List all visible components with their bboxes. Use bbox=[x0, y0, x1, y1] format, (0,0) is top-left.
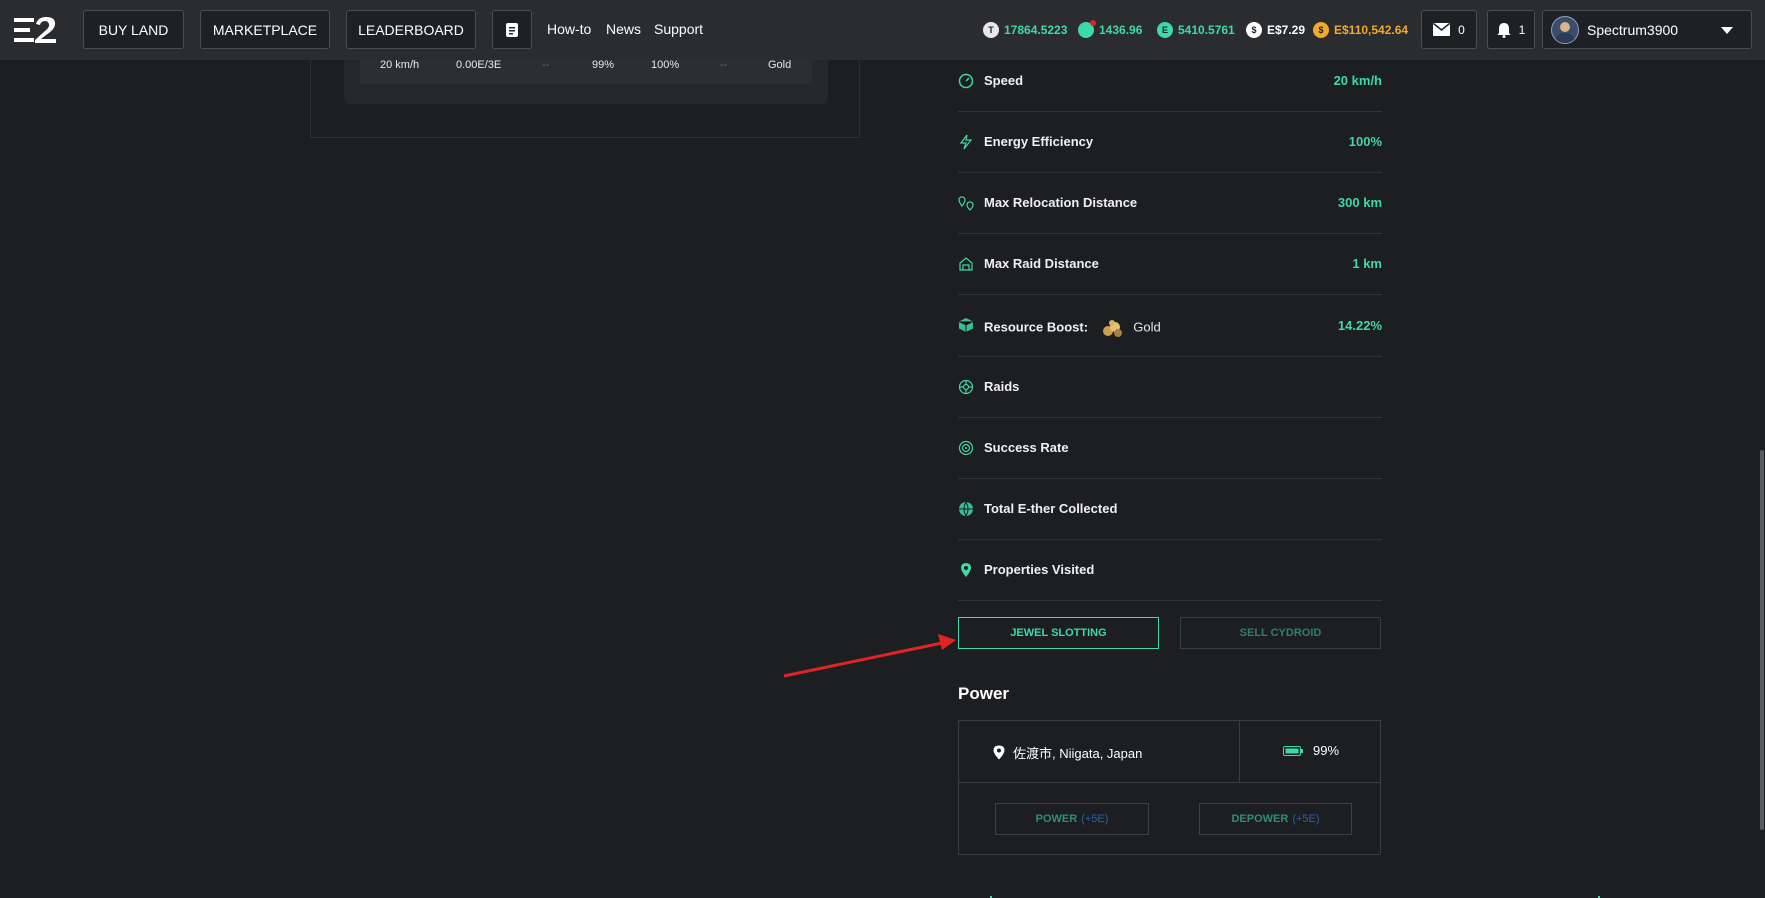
leaderboard-button[interactable]: LEADERBOARD bbox=[346, 10, 476, 49]
notifications-button[interactable]: 1 bbox=[1487, 10, 1535, 49]
earth2-logo[interactable] bbox=[14, 16, 58, 44]
cydroid-location: 佐渡市, Niigata, Japan bbox=[993, 743, 1142, 762]
power-button[interactable]: POWER (+5E) bbox=[995, 803, 1149, 835]
ether-balance[interactable]: E 5410.5761 bbox=[1157, 20, 1235, 40]
scrollbar-thumb[interactable] bbox=[1760, 450, 1764, 830]
jewel-slotting-button[interactable]: JEWEL SLOTTING bbox=[958, 617, 1159, 649]
cash-balance[interactable]: $ E$7.29 bbox=[1246, 20, 1305, 40]
notification-count: 1 bbox=[1518, 22, 1526, 37]
username: Spectrum3900 bbox=[1587, 21, 1679, 38]
gold-balance[interactable]: $ E$110,542.64 bbox=[1313, 20, 1408, 40]
stat-resource-boost: Resource Boost: Gold 14.22% bbox=[958, 295, 1382, 357]
divider bbox=[959, 782, 1380, 783]
depower-cost: (+5E) bbox=[1292, 813, 1320, 825]
stat-raids: Raids bbox=[958, 357, 1382, 418]
tile-balance[interactable]: T 17864.5223 bbox=[983, 20, 1067, 40]
gold-coin-icon: $ bbox=[1313, 22, 1329, 38]
chevron-down-icon bbox=[1721, 27, 1733, 34]
power-cost: (+5E) bbox=[1081, 813, 1109, 825]
battery-percent: 99% bbox=[1313, 743, 1340, 758]
gold-nugget-icon bbox=[1102, 320, 1122, 337]
power-heading: Power bbox=[958, 684, 1010, 703]
stat-total-ether-collected: Total E-ther Collected bbox=[958, 479, 1382, 540]
energy-icon bbox=[959, 134, 973, 150]
buy-land-button[interactable]: BUY LAND bbox=[83, 10, 184, 49]
stat-speed: Speed 20 km/h bbox=[958, 51, 1382, 112]
table-cell-speed: 20 km/h bbox=[380, 59, 420, 71]
mail-button[interactable]: 0 bbox=[1421, 10, 1477, 49]
speed-icon bbox=[958, 73, 974, 89]
stat-properties-visited: Properties Visited bbox=[958, 540, 1382, 601]
power-panel: 佐渡市, Niigata, Japan 99% POWER (+5E) DEPO… bbox=[958, 720, 1381, 855]
bell-icon bbox=[1497, 22, 1511, 38]
stat-max-raid-distance: Max Raid Distance 1 km bbox=[958, 234, 1382, 295]
battery-status: 99% bbox=[1283, 743, 1339, 758]
table-cell-battery: 99% bbox=[592, 59, 615, 71]
stat-energy-efficiency: Energy Efficiency 100% bbox=[958, 112, 1382, 173]
tile-icon: T bbox=[983, 22, 999, 38]
location-text: 佐渡市, Niigata, Japan bbox=[1013, 746, 1143, 761]
stat-success-rate: Success Rate bbox=[958, 418, 1382, 479]
resource-boost-icon bbox=[958, 318, 974, 332]
document-icon bbox=[506, 22, 518, 37]
raids-icon bbox=[958, 379, 974, 395]
avatar bbox=[1551, 15, 1579, 44]
depower-button[interactable]: DEPOWER (+5E) bbox=[1199, 803, 1352, 835]
top-navigation-bar: BUY LAND MARKETPLACE LEADERBOARD How-to … bbox=[0, 0, 1765, 60]
user-menu[interactable]: Spectrum3900 bbox=[1542, 10, 1752, 49]
location-pin-icon bbox=[993, 745, 1005, 760]
success-rate-icon bbox=[958, 440, 974, 456]
support-link[interactable]: Support bbox=[654, 21, 703, 37]
location-pin-icon bbox=[961, 563, 971, 577]
table-cell-resource: Gold bbox=[768, 59, 792, 71]
stat-max-relocation-distance: Max Relocation Distance 300 km bbox=[958, 173, 1382, 234]
marketplace-button[interactable]: MARKETPLACE bbox=[200, 10, 330, 49]
howto-link[interactable]: How-to bbox=[547, 21, 591, 37]
ether-collected-icon bbox=[959, 501, 973, 517]
essence-alert-dot bbox=[1090, 20, 1096, 26]
divider bbox=[1239, 721, 1240, 782]
dollar-icon: $ bbox=[1246, 22, 1262, 38]
raid-distance-icon bbox=[959, 257, 973, 271]
table-row bbox=[360, 60, 812, 84]
ether-icon: E bbox=[1157, 22, 1173, 38]
battery-icon bbox=[1283, 745, 1303, 756]
annotation-arrow bbox=[783, 634, 956, 678]
table-cell-empty: -- bbox=[542, 59, 550, 71]
sell-cydroid-button[interactable]: SELL CYDROID bbox=[1180, 617, 1381, 649]
resource-name: Gold bbox=[1133, 319, 1161, 335]
essence-balance[interactable]: 1436.96 bbox=[1078, 20, 1142, 40]
document-button[interactable] bbox=[492, 10, 532, 49]
news-link[interactable]: News bbox=[606, 21, 641, 37]
relocation-icon bbox=[958, 196, 974, 211]
essence-icon bbox=[1078, 20, 1096, 38]
mail-count: 0 bbox=[1458, 22, 1465, 37]
mail-icon bbox=[1433, 23, 1451, 36]
user-avatar-icon bbox=[1555, 21, 1575, 43]
table-cell-empty: -- bbox=[720, 59, 728, 71]
table-cell-energy: 0.00E/3E bbox=[456, 59, 502, 71]
table-cell-efficiency: 100% bbox=[651, 59, 680, 71]
resource-boost-label: Resource Boost: bbox=[984, 319, 1089, 335]
